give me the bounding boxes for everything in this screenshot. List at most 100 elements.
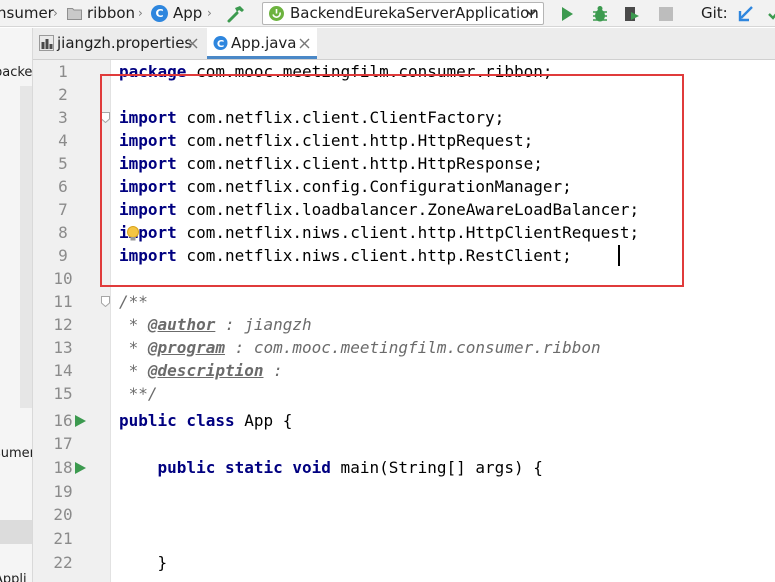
code-line-8: import com.netflix.niws.client.http.Http…: [119, 221, 639, 244]
breadcrumb-separator: ›: [207, 6, 212, 20]
keyword: import: [119, 154, 177, 173]
close-icon[interactable]: [299, 38, 310, 49]
line-number: 10: [53, 269, 73, 288]
breadcrumb-ribbon[interactable]: ribbon: [87, 0, 135, 27]
git-update-icon[interactable]: [736, 4, 756, 24]
line-number: 4: [58, 131, 68, 150]
doc-text: : com.mooc.meetingfilm.consumer.ribbon: [224, 338, 601, 357]
keyword: public class: [119, 411, 235, 430]
line-number: 17: [53, 434, 73, 453]
code-line-1: package com.mooc.meetingfilm.consumer.ri…: [119, 60, 552, 83]
code-line-14: * @description :: [119, 359, 283, 382]
line-number: 14: [53, 361, 73, 380]
text-caret: [618, 245, 620, 266]
folder-icon: [67, 8, 82, 20]
editor-tab-bar: jiangzh.properties C App.java: [33, 28, 775, 60]
selected-tree-row[interactable]: [0, 520, 32, 544]
code-text: App {: [234, 411, 293, 430]
debug-icon[interactable]: [590, 4, 610, 24]
code-line-3: import com.netflix.client.ClientFactory;: [119, 106, 504, 129]
code-editor[interactable]: 1 2 3 4 5 6 7 8 9 10 11 12 13 14 15 16 1…: [33, 60, 775, 582]
keyword: import: [119, 200, 177, 219]
line-number: 15: [53, 384, 73, 403]
class-c-icon: C: [151, 5, 168, 22]
code-area[interactable]: package com.mooc.meetingfilm.consumer.ri…: [119, 60, 769, 582]
line-number: 19: [53, 482, 73, 501]
keyword: import: [119, 108, 177, 127]
code-text: com.netflix.config.ConfigurationManager;: [176, 177, 572, 196]
code-line-13: * @program : com.mooc.meetingfilm.consum…: [119, 336, 601, 359]
code-line-11: /**: [119, 292, 148, 311]
breadcrumb-app[interactable]: App: [173, 0, 202, 27]
close-icon[interactable]: [187, 38, 198, 49]
navigation-toolbar: nsumer › ribbon › C App › BackendEurekaS…: [0, 0, 775, 27]
line-number: 6: [58, 177, 68, 196]
run-gutter-icon[interactable]: [74, 414, 87, 428]
code-text: com.netflix.loadbalancer.ZoneAwareLoadBa…: [176, 200, 640, 219]
coverage-icon[interactable]: [622, 4, 642, 24]
line-number: 9: [58, 246, 68, 265]
spring-boot-icon: [269, 6, 284, 21]
line-number: 1: [58, 62, 68, 81]
stop-icon[interactable]: [656, 4, 676, 24]
code-line-4: import com.netflix.client.http.HttpReque…: [119, 129, 533, 152]
editor-gutter[interactable]: 1 2 3 4 5 6 7 8 9 10 11 12 13 14 15 16 1…: [33, 60, 111, 582]
keyword: public static void: [157, 458, 331, 477]
tab-app-java[interactable]: C App.java: [207, 28, 317, 59]
run-gutter-icon[interactable]: [74, 461, 87, 475]
code-line-6: import com.netflix.config.ConfigurationM…: [119, 175, 572, 198]
project-scrollbar[interactable]: [20, 86, 32, 408]
code-line-7: import com.netflix.loadbalancer.ZoneAwar…: [119, 198, 639, 221]
run-configuration-selector[interactable]: BackendEurekaServerApplication: [262, 2, 544, 25]
line-number: 20: [53, 505, 73, 524]
line-number: 7: [58, 200, 68, 219]
breadcrumb-consumer[interactable]: nsumer: [0, 0, 54, 27]
git-label: Git:: [701, 4, 728, 22]
properties-file-icon: [39, 35, 54, 51]
run-configuration-label: BackendEurekaServerApplication: [290, 4, 539, 22]
code-line-9: import com.netflix.niws.client.http.Rest…: [119, 244, 572, 267]
intention-bulb-icon[interactable]: [126, 226, 140, 242]
keyword: import: [119, 177, 177, 196]
code-text: com.netflix.client.ClientFactory;: [176, 108, 505, 127]
fold-icon[interactable]: [101, 112, 110, 123]
code-line-15: **/: [119, 384, 158, 403]
keyword: import: [119, 131, 177, 150]
fold-icon[interactable]: [101, 296, 110, 307]
code-line-12: * @author : jiangzh: [119, 313, 312, 336]
line-number: 2: [58, 85, 68, 104]
tab-jiangzh-properties[interactable]: jiangzh.properties: [33, 28, 205, 59]
doc-star: *: [119, 361, 148, 380]
line-number: 22: [53, 553, 73, 572]
breadcrumb-separator: ›: [138, 6, 143, 20]
project-tree-item[interactable]: sumer: [0, 446, 32, 461]
project-tree-item[interactable]: backe: [0, 65, 32, 80]
keyword: package: [119, 62, 187, 81]
java-file-icon: C: [213, 36, 228, 50]
doc-tag: @author: [147, 315, 216, 334]
doc-tag: @description: [147, 361, 264, 380]
project-tree-item[interactable]: Appli: [0, 572, 27, 582]
git-commit-icon[interactable]: [767, 4, 775, 24]
project-panel: backe sumer Appli: [0, 28, 33, 582]
code-line-5: import com.netflix.client.http.HttpRespo…: [119, 152, 543, 175]
tab-label: jiangzh.properties: [57, 34, 193, 52]
doc-text: : jiangzh: [215, 315, 312, 334]
code-line-16: public class App {: [119, 409, 292, 432]
run-icon[interactable]: [557, 4, 577, 24]
line-number: 5: [58, 154, 68, 173]
code-text: com.netflix.niws.client.http.HttpClientR…: [176, 223, 640, 242]
code-text: main(String[] args) {: [330, 458, 543, 477]
tab-label: App.java: [231, 34, 297, 52]
code-line-18: public static void main(String[] args) {: [119, 456, 543, 479]
line-number: 12: [53, 315, 73, 334]
hammer-icon[interactable]: [226, 4, 246, 24]
line-number: 21: [53, 529, 73, 548]
line-number: 11: [53, 292, 73, 311]
code-text: com.netflix.client.http.HttpRequest;: [176, 131, 534, 150]
code-line-22: }: [119, 553, 168, 572]
doc-star: *: [119, 315, 148, 334]
doc-tag: @program: [147, 338, 225, 357]
line-number: 3: [58, 108, 68, 127]
